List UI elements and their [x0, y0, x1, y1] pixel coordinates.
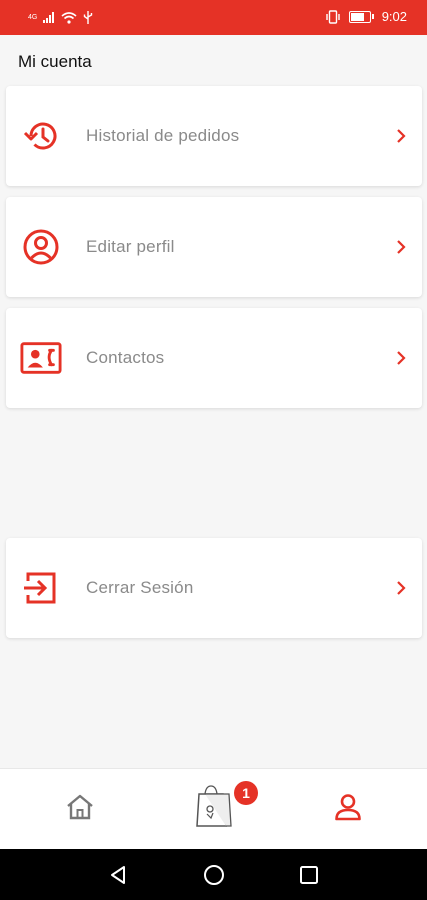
logout-icon: [20, 569, 62, 607]
user-icon: [333, 792, 363, 827]
contact-card-icon: [20, 339, 62, 377]
home-icon: [65, 793, 95, 826]
menu-item-contacts[interactable]: Contactos: [6, 308, 422, 408]
system-home-button[interactable]: [200, 861, 228, 889]
vibrate-icon: [325, 9, 340, 24]
signal-icon: [43, 12, 55, 23]
nav-home-button[interactable]: [50, 769, 110, 850]
status-left-icons: 4G: [28, 11, 93, 24]
menu-item-label: Historial de pedidos: [86, 126, 240, 145]
menu-item-order-history[interactable]: Historial de pedidos: [6, 86, 422, 186]
user-circle-icon: [20, 228, 62, 266]
status-time: 9:02: [381, 9, 407, 24]
recents-square-icon: [300, 866, 318, 884]
cart-count-badge: 1: [234, 781, 258, 805]
status-right-icons: 9:02: [325, 9, 407, 24]
menu-item-label: Contactos: [86, 348, 165, 367]
history-icon: [20, 117, 62, 155]
menu-item-label: Cerrar Sesión: [86, 578, 194, 597]
back-triangle-icon: [111, 866, 125, 884]
nav-cart-button[interactable]: [184, 769, 244, 850]
page-title: Mi cuenta: [18, 52, 92, 71]
usb-icon: [84, 11, 93, 24]
shopping-bag-icon: [193, 784, 235, 835]
bottom-navigation: 1: [0, 768, 427, 850]
system-navigation-bar: [0, 849, 427, 900]
menu-item-edit-profile[interactable]: Editar perfil: [6, 197, 422, 297]
chevron-right-icon: [392, 579, 410, 597]
nav-account-button[interactable]: [318, 769, 378, 850]
chevron-right-icon: [392, 127, 410, 145]
status-bar: 4G 9:02: [0, 0, 427, 35]
network-type-label: 4G: [28, 14, 38, 21]
system-recents-button[interactable]: [295, 861, 323, 889]
wifi-icon: [61, 11, 77, 24]
system-back-button[interactable]: [104, 861, 132, 889]
chevron-right-icon: [392, 349, 410, 367]
chevron-right-icon: [392, 238, 410, 256]
battery-icon: [348, 10, 371, 23]
menu-item-label: Editar perfil: [86, 237, 175, 256]
home-circle-icon: [204, 865, 224, 885]
menu-item-logout[interactable]: Cerrar Sesión: [6, 538, 422, 638]
